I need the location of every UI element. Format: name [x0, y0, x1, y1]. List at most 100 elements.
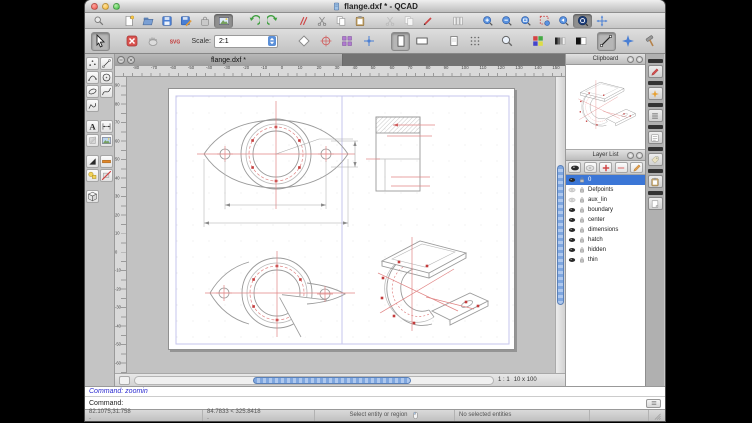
grayscale-mode-button[interactable]	[550, 32, 569, 51]
columns-view-button[interactable]	[448, 14, 467, 28]
copy-button[interactable]	[331, 14, 350, 28]
clipboard-close-button[interactable]	[636, 56, 643, 63]
vertical-scrollbar[interactable]	[555, 77, 565, 373]
zoom-in-button[interactable]	[478, 14, 497, 28]
cut-button[interactable]	[312, 14, 331, 28]
dock-command-line-button[interactable]	[648, 109, 663, 122]
spline-tool-button[interactable]	[100, 85, 113, 98]
copy-with-reference-button[interactable]	[399, 14, 418, 28]
layer-row-Defpoints[interactable]: Defpoints	[566, 185, 645, 195]
layer-row-boundary[interactable]: boundary	[566, 205, 645, 215]
snap-point-button[interactable]	[360, 32, 379, 51]
full-color-mode-button[interactable]	[529, 32, 548, 51]
draw-order-button[interactable]	[293, 14, 312, 28]
minimize-window-button[interactable]	[102, 3, 109, 10]
dock-property-editor-button[interactable]	[648, 65, 663, 78]
save-button[interactable]	[157, 14, 176, 28]
arc-tool-button[interactable]	[86, 71, 99, 84]
grid-toggle-button[interactable]	[466, 32, 485, 51]
snap-grid-button[interactable]	[338, 32, 357, 51]
svg-export-button[interactable]: SVG	[166, 32, 185, 51]
property-painter-button[interactable]	[418, 14, 437, 28]
layer-panel-float-button[interactable]	[627, 152, 634, 159]
dock-notes-button[interactable]	[648, 197, 663, 210]
snap-center-button[interactable]	[316, 32, 335, 51]
dock-block-list-button[interactable]	[648, 153, 663, 166]
zoom-previous-button[interactable]	[554, 14, 573, 28]
horizontal-scrollbar[interactable]	[134, 376, 494, 385]
titlebar[interactable]: flange.dxf * - QCAD	[85, 0, 665, 13]
point-tool-button[interactable]	[86, 57, 99, 70]
close-window-button[interactable]	[91, 3, 98, 10]
command-input[interactable]	[126, 398, 643, 408]
explode-tool-button[interactable]	[100, 169, 113, 182]
cut-with-reference-button[interactable]	[380, 14, 399, 28]
ellipse-tool-button[interactable]	[86, 85, 99, 98]
edit-layer-button[interactable]	[630, 162, 643, 173]
page-setup-button[interactable]	[444, 32, 463, 51]
resize-grip[interactable]	[649, 410, 665, 421]
open-file-button[interactable]	[138, 14, 157, 28]
save-as-button[interactable]	[176, 14, 195, 28]
archive-button[interactable]	[195, 14, 214, 28]
dock-layer-list-button[interactable]	[648, 131, 663, 144]
dimension-tool-button[interactable]	[100, 120, 113, 133]
paper-landscape-button[interactable]	[413, 32, 432, 51]
draft-mode-button[interactable]	[597, 32, 616, 51]
new-file-button[interactable]	[119, 14, 138, 28]
iso-tool-button[interactable]	[86, 190, 99, 203]
layer-row-aux_lin[interactable]: aux_lin	[566, 195, 645, 205]
dock-library-browser-button[interactable]	[648, 87, 663, 100]
hide-all-layers-button[interactable]	[584, 162, 597, 173]
layer-panel-close-button[interactable]	[636, 152, 643, 159]
zoom-out-button[interactable]	[497, 14, 516, 28]
layer-row-hatch[interactable]: hatch	[566, 235, 645, 245]
paste-button[interactable]	[350, 14, 369, 28]
add-layer-button[interactable]	[599, 162, 612, 173]
blocks-tool-button[interactable]	[86, 169, 99, 182]
paper-portrait-button[interactable]	[391, 32, 410, 51]
pan-button[interactable]	[592, 14, 611, 28]
layer-row-center[interactable]: center	[566, 215, 645, 225]
show-all-layers-button[interactable]	[568, 162, 581, 173]
layer-row-dimensions[interactable]: dimensions	[566, 225, 645, 235]
drawing-canvas[interactable]	[127, 77, 555, 373]
remove-layer-button[interactable]	[615, 162, 628, 173]
auto-zoom-button[interactable]	[573, 14, 592, 28]
document-tab[interactable]: flange.dxf *	[115, 54, 343, 66]
circle-tool-button[interactable]	[100, 71, 113, 84]
line-tool-button[interactable]	[100, 57, 113, 70]
layer-row-thin[interactable]: thin	[566, 255, 645, 265]
toolbar-search-button[interactable]	[89, 14, 108, 28]
vertical-scrollbar-thumb[interactable]	[557, 165, 564, 305]
layer-row-0[interactable]: 0	[566, 175, 645, 185]
tab-detach-button[interactable]	[117, 56, 125, 64]
redo-button[interactable]	[263, 14, 282, 28]
scrollbar-corner-button[interactable]	[119, 376, 130, 385]
tab-close-button[interactable]	[127, 56, 135, 64]
black-white-mode-button[interactable]	[572, 32, 591, 51]
scale-combobox[interactable]: 2:1	[214, 35, 278, 48]
hatch-tool-button[interactable]	[86, 134, 99, 147]
snap-free-button[interactable]	[295, 32, 314, 51]
print-preview-button[interactable]	[214, 14, 233, 28]
text-tool-button[interactable]: A	[86, 120, 99, 133]
modify-tool-button[interactable]	[86, 155, 99, 168]
dock-clipboard-button[interactable]	[648, 175, 663, 188]
selection-pointer-button[interactable]	[91, 32, 110, 51]
measure-tool-button[interactable]	[100, 155, 113, 168]
add-point-button[interactable]	[619, 32, 638, 51]
command-options-button[interactable]	[646, 399, 661, 408]
zoom-selection-button[interactable]	[535, 14, 554, 28]
layer-row-hidden[interactable]: hidden	[566, 245, 645, 255]
preview-zoom-button[interactable]	[497, 32, 516, 51]
zoom-window-button[interactable]	[113, 3, 120, 10]
image-tool-button[interactable]	[100, 134, 113, 147]
zoom-window-button[interactable]	[516, 14, 535, 28]
polyline-tool-button[interactable]	[86, 99, 99, 112]
clear-selection-button[interactable]	[122, 32, 141, 51]
horizontal-scrollbar-thumb[interactable]	[253, 377, 411, 384]
undo-button[interactable]	[244, 14, 263, 28]
clipboard-float-button[interactable]	[627, 56, 634, 63]
tools-button[interactable]	[640, 32, 659, 51]
